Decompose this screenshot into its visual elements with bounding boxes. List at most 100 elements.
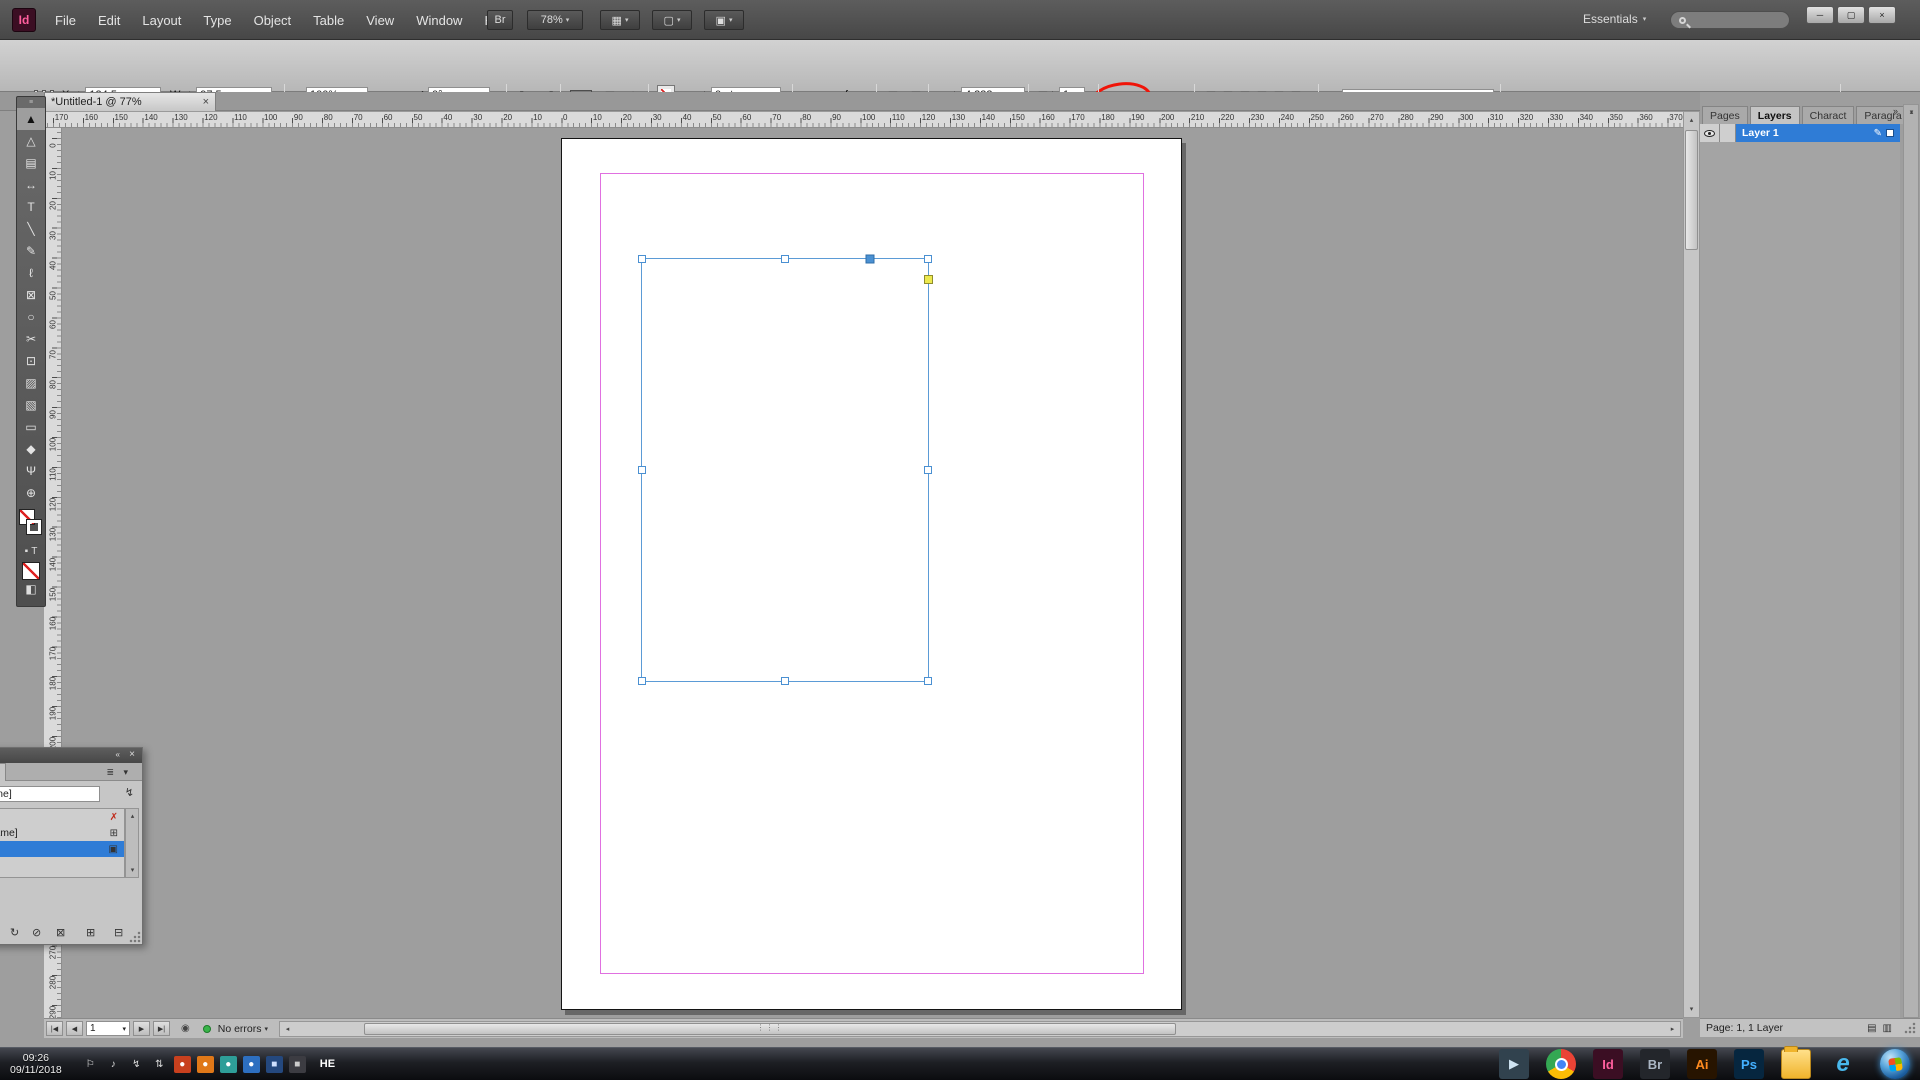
zoom-level-select[interactable]: 78%▾ bbox=[527, 10, 583, 30]
clear-overrides-button[interactable]: ⊘ bbox=[32, 926, 41, 939]
zoom-tool[interactable]: ⊕ bbox=[17, 482, 45, 504]
frame-handle[interactable] bbox=[924, 466, 932, 474]
scroll-left-arrow[interactable]: ◂ bbox=[280, 1022, 295, 1036]
resize-grip[interactable] bbox=[1904, 1022, 1916, 1034]
type-tool[interactable]: T bbox=[17, 196, 45, 218]
previous-page-button[interactable]: ◀ bbox=[66, 1021, 83, 1036]
antivirus-icon[interactable]: ● bbox=[174, 1056, 191, 1073]
internet-explorer-icon[interactable]: e bbox=[1828, 1049, 1858, 1079]
horizontal-ruler[interactable]: 1701601501401301201101009080706050403020… bbox=[44, 111, 1683, 128]
frame-port-handle[interactable] bbox=[865, 255, 874, 264]
note-tool[interactable]: ▭ bbox=[17, 416, 45, 438]
layer-lock-cell[interactable] bbox=[1720, 124, 1736, 142]
pasteboard[interactable] bbox=[62, 128, 1683, 1018]
arrange-documents-button[interactable]: ▣▾ bbox=[704, 10, 744, 30]
layer-row[interactable]: Layer 1 ✎ bbox=[1700, 124, 1900, 142]
style-name-field[interactable]: [Basic Text Frame] bbox=[0, 786, 100, 802]
menu-window[interactable]: Window bbox=[405, 13, 473, 28]
frame-handle[interactable] bbox=[638, 466, 646, 474]
layer-selection-square[interactable] bbox=[1886, 129, 1894, 137]
spread-info-icon[interactable]: ▥ bbox=[1883, 1023, 1892, 1034]
power-icon[interactable]: ↯ bbox=[128, 1056, 145, 1073]
panel-tab-paragra[interactable]: Paragra bbox=[1856, 106, 1909, 124]
last-page-button[interactable]: ▶| bbox=[153, 1021, 170, 1036]
screen-mode-toggle[interactable]: ◧ bbox=[17, 582, 45, 600]
close-panel-icon[interactable]: × bbox=[129, 749, 135, 760]
first-page-button[interactable]: |◀ bbox=[46, 1021, 63, 1036]
delete-style-button[interactable]: ⊟ bbox=[114, 926, 123, 939]
style-refresh-button[interactable]: ↻ bbox=[10, 926, 19, 939]
menu-object[interactable]: Object bbox=[243, 13, 303, 28]
volume-icon[interactable]: ♪ bbox=[105, 1056, 122, 1073]
menu-table[interactable]: Table bbox=[302, 13, 355, 28]
eyedropper-tool[interactable]: ◆ bbox=[17, 438, 45, 460]
page-tool[interactable]: ▤ bbox=[17, 152, 45, 174]
scissors-tool[interactable]: ✂ bbox=[17, 328, 45, 350]
style-list-scrollbar[interactable]: ▴ ▾ bbox=[125, 808, 139, 878]
panel-menu-icon[interactable]: ≣ bbox=[106, 767, 114, 778]
menu-view[interactable]: View bbox=[355, 13, 405, 28]
preflight-menu-icon[interactable]: ◉ bbox=[181, 1023, 190, 1034]
vertical-scrollbar[interactable]: ▴ ▾ bbox=[1683, 111, 1700, 1018]
style-list-item[interactable]: [None]✗ bbox=[0, 809, 124, 825]
panel-overflow-icon[interactable]: » bbox=[1893, 106, 1898, 116]
panel-resize-grip[interactable] bbox=[129, 931, 141, 943]
selection-tool[interactable]: ▲ bbox=[17, 108, 45, 130]
scroll-down-arrow[interactable]: ▾ bbox=[125, 863, 140, 877]
scroll-right-arrow[interactable]: ▸ bbox=[1665, 1022, 1680, 1036]
minimize-button[interactable]: ─ bbox=[1806, 6, 1834, 24]
bridge-icon[interactable]: Br bbox=[1640, 1049, 1670, 1079]
frame-handle[interactable] bbox=[781, 255, 789, 263]
frame-handle[interactable] bbox=[924, 255, 932, 263]
action-center-flag-icon[interactable]: ⚐ bbox=[82, 1056, 99, 1073]
maximize-button[interactable]: ▢ bbox=[1837, 6, 1865, 24]
tab-close-icon[interactable]: × bbox=[203, 96, 209, 108]
frame-handle[interactable] bbox=[924, 677, 932, 685]
selected-text-frame[interactable] bbox=[641, 258, 929, 682]
dock-scrollbar[interactable]: ▴ ▾ bbox=[1903, 104, 1919, 1018]
scroll-down-arrow[interactable]: ▾ bbox=[1904, 105, 1919, 119]
free-transform-tool[interactable]: ⊡ bbox=[17, 350, 45, 372]
network-icon[interactable]: ⇅ bbox=[151, 1056, 168, 1073]
indesign-icon[interactable]: Id bbox=[1593, 1049, 1623, 1079]
chrome-icon[interactable] bbox=[1546, 1049, 1576, 1079]
panel-tab-pages[interactable]: Pages bbox=[1702, 106, 1748, 124]
menu-file[interactable]: File bbox=[44, 13, 87, 28]
frame-handle[interactable] bbox=[781, 677, 789, 685]
tray-app-dark-icon[interactable]: ■ bbox=[289, 1056, 306, 1073]
gradient-swatch-tool[interactable]: ▨ bbox=[17, 372, 45, 394]
page-info-icon[interactable]: ▤ bbox=[1867, 1023, 1876, 1034]
messenger-icon[interactable]: ● bbox=[243, 1056, 260, 1073]
menu-type[interactable]: Type bbox=[192, 13, 242, 28]
menu-edit[interactable]: Edit bbox=[87, 13, 131, 28]
tray-app-blue-icon[interactable]: ■ bbox=[266, 1056, 283, 1073]
style-list-item[interactable]: [Basic Graphics Frame]⊞ bbox=[0, 825, 124, 841]
layer-visibility-cell[interactable] bbox=[1700, 124, 1720, 142]
panel-tab-layers[interactable]: Layers bbox=[1750, 106, 1800, 124]
next-page-button[interactable]: ▶ bbox=[133, 1021, 150, 1036]
horizontal-scrollbar[interactable]: ◂ ▸ bbox=[279, 1021, 1681, 1037]
hand-tool[interactable]: Ψ bbox=[17, 460, 45, 482]
updater-icon[interactable]: ● bbox=[197, 1056, 214, 1073]
scroll-up-arrow[interactable]: ▴ bbox=[1684, 113, 1699, 127]
style-list-item[interactable]: [Basic Text Frame]▣ bbox=[0, 841, 124, 857]
panel-tab-charact[interactable]: Charact bbox=[1802, 106, 1855, 124]
taskbar-clock[interactable]: 09:26 09/11/2018 bbox=[10, 1052, 62, 1076]
pencil-tool[interactable]: ℓ bbox=[17, 262, 45, 284]
bridge-button[interactable]: Br bbox=[487, 10, 513, 30]
workspace-switcher[interactable]: Essentials▾ bbox=[1583, 12, 1646, 26]
search-input[interactable] bbox=[1670, 11, 1790, 29]
fill-stroke-swatches[interactable] bbox=[17, 508, 45, 542]
horizontal-scroll-thumb[interactable] bbox=[364, 1023, 1176, 1035]
quick-apply-icon[interactable]: ↯ bbox=[125, 786, 134, 799]
new-style-button[interactable]: ⊞ bbox=[86, 926, 95, 939]
line-tool[interactable]: ╲ bbox=[17, 218, 45, 240]
start-button[interactable] bbox=[1880, 1049, 1910, 1079]
sync-icon[interactable]: ● bbox=[220, 1056, 237, 1073]
page[interactable] bbox=[561, 138, 1182, 1010]
chevron-down-icon[interactable]: ▾ bbox=[265, 1025, 269, 1033]
frame-handle[interactable] bbox=[638, 677, 646, 685]
ellipse-tool[interactable]: ○ bbox=[17, 306, 45, 328]
close-button[interactable]: × bbox=[1868, 6, 1896, 24]
apply-none-button[interactable] bbox=[23, 563, 39, 579]
